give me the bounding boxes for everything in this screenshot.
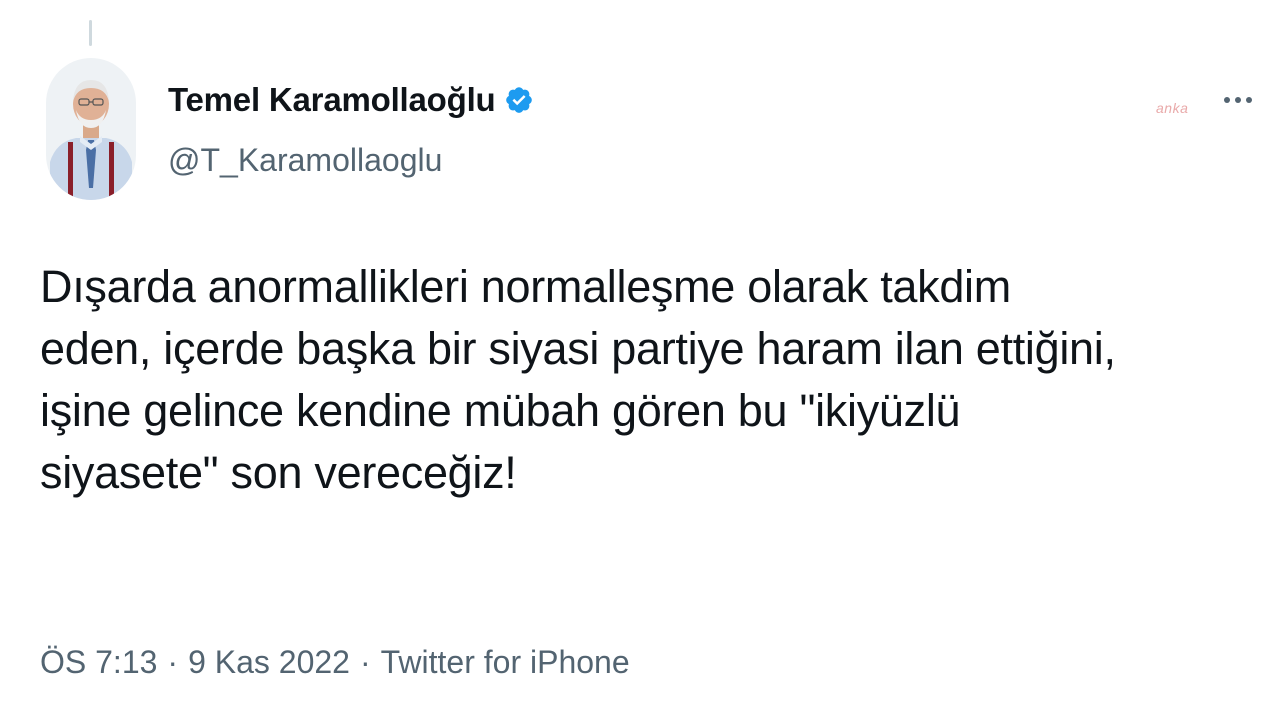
- author-handle[interactable]: @T_Karamollaoglu: [168, 140, 442, 180]
- more-options-button[interactable]: [1218, 82, 1258, 118]
- tweet-date-link[interactable]: 9 Kas 2022: [188, 640, 350, 684]
- tweet-source-link[interactable]: Twitter for iPhone: [381, 640, 630, 684]
- profile-photo-icon: [46, 58, 136, 200]
- thread-connector-line: [89, 20, 92, 46]
- tweet-text: Dışarda anormallikleri normalleşme olara…: [40, 261, 1116, 498]
- verified-badge-icon: [505, 87, 532, 113]
- tweet-card: Temel Karamollaoğlu @T_Karamollaoglu ank…: [0, 0, 1280, 720]
- tweet-time-link[interactable]: ÖS 7:13: [40, 640, 157, 684]
- meta-separator: ·: [359, 644, 371, 680]
- author-name-row: Temel Karamollaoğlu: [168, 80, 534, 120]
- avatar[interactable]: [46, 58, 136, 200]
- author-display-name[interactable]: Temel Karamollaoğlu: [168, 80, 496, 120]
- more-dots-icon: [1224, 97, 1252, 103]
- meta-separator: ·: [167, 644, 179, 680]
- watermark-logo: anka: [1156, 100, 1189, 116]
- tweet-meta: ÖS 7:13 · 9 Kas 2022 · Twitter for iPhon…: [40, 640, 630, 684]
